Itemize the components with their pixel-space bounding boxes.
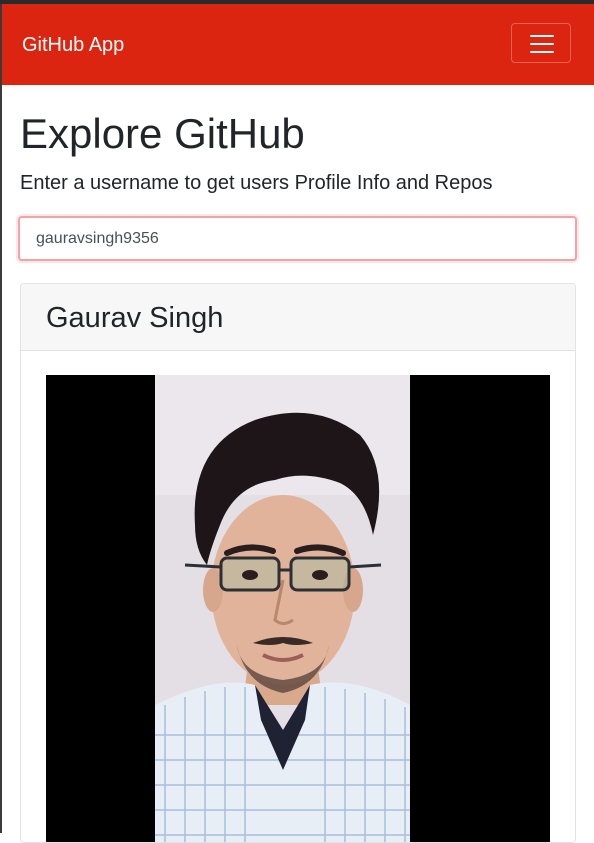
profile-avatar (46, 375, 550, 842)
navbar: GitHub App (2, 4, 594, 85)
window-left-border (0, 4, 2, 833)
profile-name: Gaurav Singh (46, 302, 224, 334)
page-lead-text: Enter a username to get users Profile In… (20, 172, 493, 194)
profile-card: Gaurav Singh (20, 283, 576, 843)
navbar-toggler-button[interactable] (511, 23, 571, 63)
page-title: Explore GitHub (20, 110, 305, 157)
navbar-brand[interactable]: GitHub App (22, 33, 124, 57)
username-search-input[interactable] (18, 216, 577, 261)
profile-photo (155, 375, 410, 842)
profile-card-header: Gaurav Singh (21, 284, 575, 351)
